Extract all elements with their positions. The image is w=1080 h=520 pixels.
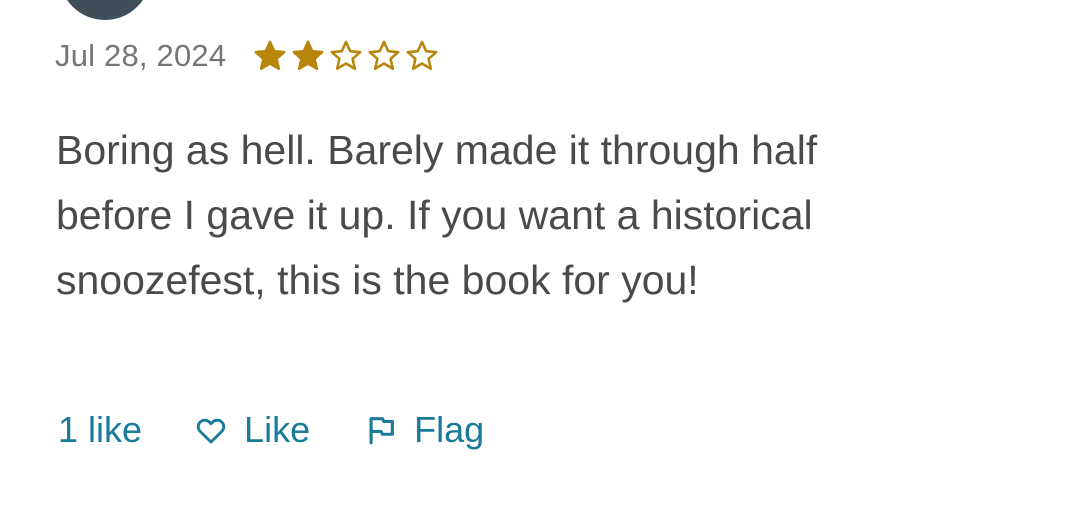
review-text: Boring as hell. Barely made it through h… bbox=[56, 127, 818, 303]
likes-count[interactable]: 1 like bbox=[58, 409, 142, 451]
star-rating bbox=[252, 38, 440, 74]
flag-label: Flag bbox=[414, 409, 485, 450]
star-outline-icon bbox=[330, 40, 362, 71]
review-date: Jul 28, 2024 bbox=[55, 38, 227, 73]
review-meta: Jul 28, 2024 bbox=[55, 34, 440, 78]
review-actions: 1 like Like Flag bbox=[58, 404, 484, 456]
heart-outline-icon bbox=[196, 418, 226, 444]
star-outline-icon bbox=[368, 40, 400, 71]
star-outline-icon bbox=[406, 40, 438, 71]
star-filled-icon bbox=[254, 40, 286, 71]
flag-button[interactable]: Flag bbox=[364, 409, 484, 451]
flag-outline-icon bbox=[369, 417, 394, 445]
like-button[interactable]: Like bbox=[194, 409, 310, 451]
like-label: Like bbox=[244, 409, 311, 450]
reviewer-avatar[interactable] bbox=[59, 0, 151, 20]
star-filled-icon bbox=[292, 40, 324, 71]
